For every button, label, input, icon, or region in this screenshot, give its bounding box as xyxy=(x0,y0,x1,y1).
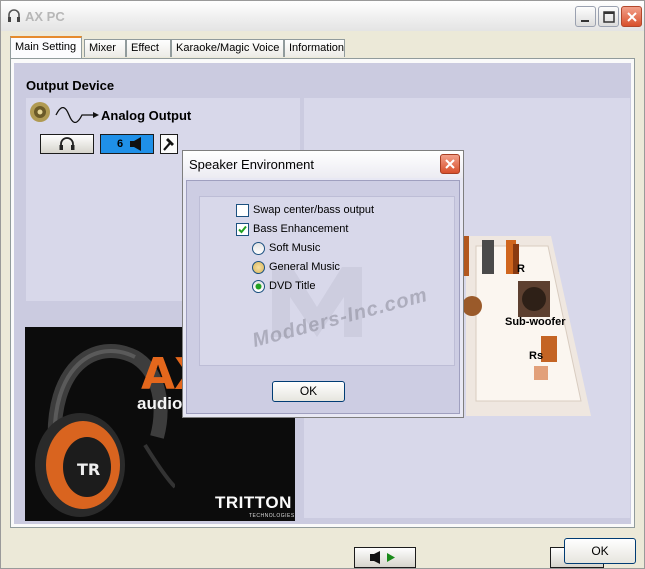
headphones-icon xyxy=(8,9,20,22)
speaker-settings-button[interactable] xyxy=(160,134,178,154)
test-play-button[interactable] xyxy=(354,547,416,568)
title-bar[interactable]: AX PC xyxy=(1,1,644,31)
radio-label: Soft Music xyxy=(269,242,321,254)
svg-text:TR: TR xyxy=(77,460,100,479)
checkbox-label: Bass Enhancement xyxy=(253,223,349,235)
speaker-environment-options: Modders-Inc.com Swap center/bass output … xyxy=(199,196,455,366)
speaker-label-subwoofer: Sub-woofer xyxy=(505,316,566,328)
radio-circle xyxy=(252,280,265,293)
tab-karaoke-magic-voice[interactable]: Karaoke/Magic Voice xyxy=(171,39,284,57)
checkbox-box xyxy=(236,204,249,217)
window-title: AX PC xyxy=(25,9,65,24)
speaker-play-icon xyxy=(370,551,395,564)
tritton-logo-subtitle: TECHNOLOGIES xyxy=(249,513,295,519)
minimize-button[interactable] xyxy=(575,6,596,27)
checkbox-box xyxy=(236,223,249,236)
speaker-environment-dialog: Speaker Environment Modders-Inc.com Swap… xyxy=(182,150,464,418)
radio-dot-icon xyxy=(255,283,262,290)
checkmark-icon xyxy=(238,225,247,234)
six-channel-speaker-button[interactable]: 6 xyxy=(100,134,154,154)
analog-wave-icon xyxy=(55,107,99,123)
tab-main-setting[interactable]: Main Setting xyxy=(10,36,82,58)
dialog-title: Speaker Environment xyxy=(189,157,315,172)
speaker-icon xyxy=(30,102,50,122)
dialog-body: Modders-Inc.com Swap center/bass output … xyxy=(186,180,460,414)
tab-mixer[interactable]: Mixer xyxy=(84,39,126,57)
analog-output-label: Analog Output xyxy=(101,108,192,123)
ad-subline: audio xyxy=(137,394,183,413)
radio-label: General Music xyxy=(269,261,340,273)
dialog-title-bar[interactable]: Speaker Environment xyxy=(183,151,463,178)
radio-circle xyxy=(252,261,265,274)
tritton-logo: TRITTON xyxy=(215,493,292,512)
dialog-ok-button[interactable]: OK xyxy=(272,381,345,402)
speaker-label-rs: Rs xyxy=(529,350,544,362)
ok-button[interactable]: OK xyxy=(564,538,636,564)
checkbox-label: Swap center/bass output xyxy=(253,204,375,216)
close-button[interactable] xyxy=(621,6,642,27)
tab-information[interactable]: Information xyxy=(284,39,345,57)
radio-label: DVD Title xyxy=(269,280,316,292)
radio-circle xyxy=(252,242,265,255)
close-icon xyxy=(445,159,455,169)
tab-effect[interactable]: Effect xyxy=(126,39,171,57)
maximize-icon xyxy=(603,11,615,23)
minimize-icon xyxy=(581,20,589,22)
maximize-button[interactable] xyxy=(598,6,619,27)
headphones-icon xyxy=(59,137,75,150)
speaker-label-r: R xyxy=(517,263,525,275)
app-window: AX PC Main Setting Mixer Effect Karaoke/… xyxy=(0,0,645,569)
headphone-mode-button[interactable] xyxy=(40,134,94,154)
hammer-icon xyxy=(163,138,174,151)
speaker-icon xyxy=(130,137,141,151)
dialog-close-button[interactable] xyxy=(440,154,460,174)
output-device-title: Output Device xyxy=(26,78,115,93)
close-icon xyxy=(627,12,637,22)
